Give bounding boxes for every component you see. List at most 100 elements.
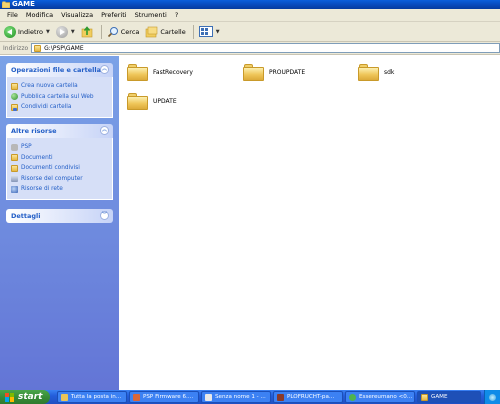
folder-icon <box>11 154 18 162</box>
folder-item[interactable]: FastRecovery <box>123 62 233 86</box>
taskbar-item[interactable]: PSP Firmware 6.... <box>129 391 199 403</box>
menu-file[interactable]: File <box>3 9 22 22</box>
mail-icon <box>61 393 68 401</box>
folder-name: FastRecovery <box>153 69 193 76</box>
folders-button[interactable]: Cartelle <box>143 24 187 40</box>
windows-flag-icon <box>5 392 14 402</box>
folder-item[interactable]: PROUPDATE <box>239 62 349 86</box>
folder-icon <box>127 64 148 81</box>
place-documenti-condivisi[interactable]: Documenti condivisi <box>7 163 112 174</box>
task-new-folder[interactable]: Crea nuova cartella <box>7 81 112 92</box>
other-places-header[interactable]: Altre risorse ︽ <box>6 124 113 138</box>
taskbar-item-label: Tutta la posta in... <box>71 394 122 400</box>
place-psp[interactable]: PSP <box>7 142 112 153</box>
toolbar: Indietro ▼ ▼ Cerca Cartelle ▼ <box>0 22 500 42</box>
folder-icon <box>243 64 264 81</box>
task-publish-web[interactable]: Pubblica cartella sul Web <box>7 92 112 103</box>
place-label: Risorse del computer <box>21 175 83 182</box>
place-label: Documenti condivisi <box>21 165 80 172</box>
chat-icon <box>349 393 356 401</box>
folder-name: sdk <box>384 69 395 76</box>
document-icon <box>205 393 212 401</box>
file-tasks-header[interactable]: Operazioni file e cartella ︽ <box>6 63 113 77</box>
collapse-chevron-icon[interactable]: ︽ <box>100 65 109 74</box>
taskbar-item-label: PSP Firmware 6.... <box>143 394 194 400</box>
taskbar-item[interactable]: Tutta la posta in... <box>57 391 127 403</box>
taskbar-item[interactable]: Senza nome 1 - ... <box>201 391 271 403</box>
taskbar-item-label: GAME <box>431 394 448 400</box>
chevron-down-icon[interactable]: ▼ <box>71 29 75 35</box>
collapse-chevron-icon[interactable]: ︽ <box>100 126 109 135</box>
folder-name: PROUPDATE <box>269 69 306 76</box>
folder-icon <box>2 1 10 8</box>
start-label: start <box>18 392 43 402</box>
folder-icon <box>127 93 148 110</box>
other-places-panel: Altre risorse ︽ PSP Documenti Documenti … <box>6 124 113 200</box>
folder-icon <box>34 44 42 52</box>
app-icon <box>277 393 284 401</box>
place-label: PSP <box>21 144 32 151</box>
folder-item[interactable]: UPDATE <box>123 91 233 115</box>
back-button[interactable]: Indietro ▼ <box>2 24 52 40</box>
folder-icon <box>11 82 18 90</box>
taskbar-item[interactable]: PLOFRUCHT-pa... <box>273 391 343 403</box>
taskbar-item[interactable]: Essereumano <0... <box>345 391 415 403</box>
address-label: Indirizzo <box>3 44 29 52</box>
menu-strumenti[interactable]: Strumenti <box>131 9 171 22</box>
folder-icon <box>358 64 379 81</box>
views-button[interactable]: ▼ <box>197 24 222 40</box>
details-header[interactable]: Dettagli ︾ <box>6 209 113 223</box>
address-value: G:\PSP\GAME <box>44 44 84 52</box>
chevron-down-icon[interactable]: ▼ <box>46 29 50 35</box>
place-risorse-computer[interactable]: Risorse del computer <box>7 174 112 185</box>
menu-bar: File Modifica Visualizza Preferiti Strum… <box>0 9 500 22</box>
start-button[interactable]: start <box>0 390 50 404</box>
chevron-down-icon[interactable]: ▼ <box>216 29 220 35</box>
search-button[interactable]: Cerca <box>105 24 142 40</box>
menu-help[interactable]: ? <box>171 9 182 22</box>
toolbar-separator <box>192 24 194 39</box>
taskbar-item-active[interactable]: GAME <box>417 391 481 403</box>
task-label: Condividi cartella <box>21 104 72 111</box>
details-panel: Dettagli ︾ <box>6 209 113 223</box>
folders-label: Cartelle <box>160 27 186 36</box>
computer-icon <box>11 175 18 183</box>
task-share-folder[interactable]: Condividi cartella <box>7 102 112 113</box>
details-title: Dettagli <box>11 212 41 220</box>
browser-icon <box>133 393 140 401</box>
task-pane: Operazioni file e cartella ︽ Crea nuova … <box>0 56 119 390</box>
search-icon <box>107 26 118 37</box>
back-label: Indietro <box>18 27 44 36</box>
menu-preferiti[interactable]: Preferiti <box>97 9 130 22</box>
network-icon <box>11 185 18 193</box>
folder-view: FastRecovery PROUPDATE sdk UPDATE <box>119 56 500 390</box>
folder-icon <box>421 393 428 401</box>
place-documenti[interactable]: Documenti <box>7 153 112 164</box>
back-arrow-icon <box>4 25 16 38</box>
search-label: Cerca <box>120 27 140 36</box>
toolbar-separator <box>100 24 102 39</box>
expand-chevron-icon[interactable]: ︾ <box>100 211 109 220</box>
folder-icon <box>11 164 18 172</box>
globe-icon <box>11 93 18 101</box>
taskbar-item-label: Senza nome 1 - ... <box>215 394 266 400</box>
drive-icon <box>11 143 18 151</box>
task-label: Crea nuova cartella <box>21 83 78 90</box>
address-field[interactable]: G:\PSP\GAME <box>31 43 500 53</box>
place-risorse-rete[interactable]: Risorse di rete <box>7 184 112 195</box>
system-tray <box>484 390 500 404</box>
share-folder-icon <box>11 103 18 111</box>
place-label: Documenti <box>21 154 53 161</box>
address-bar: Indirizzo G:\PSP\GAME <box>0 42 500 55</box>
folder-name: UPDATE <box>153 98 177 105</box>
other-places-body: PSP Documenti Documenti condivisi Risors… <box>6 138 113 200</box>
taskbar-item-label: PLOFRUCHT-pa... <box>287 394 335 400</box>
other-places-title: Altre risorse <box>11 127 57 135</box>
menu-visualizza[interactable]: Visualizza <box>57 9 97 22</box>
folder-item[interactable]: sdk <box>354 62 464 86</box>
tray-icon[interactable] <box>489 393 496 401</box>
file-tasks-panel: Operazioni file e cartella ︽ Crea nuova … <box>6 63 113 118</box>
forward-button[interactable]: ▼ <box>54 24 77 40</box>
menu-modifica[interactable]: Modifica <box>22 9 57 22</box>
up-button[interactable] <box>79 24 96 40</box>
